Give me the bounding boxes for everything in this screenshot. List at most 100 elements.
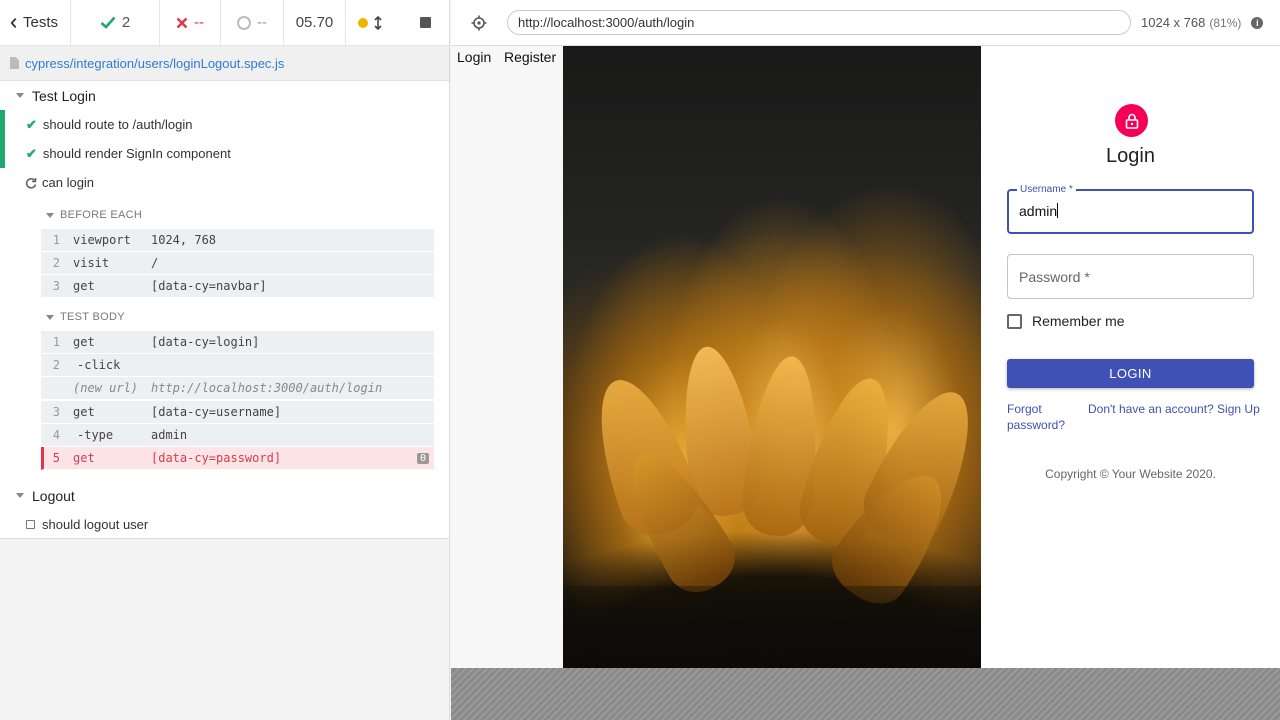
signup-link[interactable]: Don't have an account? Sign Up <box>1088 401 1260 417</box>
command-row[interactable]: 1 get [data-cy=login] <box>41 331 434 354</box>
test-row[interactable]: ✔ should route to /auth/login <box>26 110 193 139</box>
test-body-hook[interactable]: TEST BODY <box>46 311 125 323</box>
lock-icon <box>1125 113 1138 129</box>
test-title: can login <box>42 175 95 190</box>
running-indicator-icon <box>358 17 368 28</box>
test-row-pending[interactable]: should logout user <box>26 510 148 539</box>
command-number: 1 <box>52 335 60 349</box>
failed-count: -- <box>160 0 221 46</box>
spec-file-bar: cypress/integration/users/loginLogout.sp… <box>0 46 449 81</box>
passed-indicator <box>0 110 5 168</box>
crosshair-icon <box>471 15 487 30</box>
copyright: Copyright © Your Website 2020. <box>1045 467 1216 481</box>
username-text: admin <box>1019 203 1058 219</box>
hook-label: TEST BODY <box>60 311 125 323</box>
reporter-panel: Tests 2 -- -- 05.70 cypress/integration/… <box>0 0 450 720</box>
spec-file-link[interactable]: cypress/integration/users/loginLogout.sp… <box>25 56 284 71</box>
run-controls <box>346 0 449 46</box>
viewport-info[interactable]: 1024 x 768 (81%) i <box>1141 15 1264 30</box>
command-row[interactable]: 3 get [data-cy=username] <box>41 401 434 424</box>
url-input[interactable]: http://localhost:3000/auth/login <box>507 10 1131 35</box>
suite-test-login[interactable]: Test Login <box>16 81 96 110</box>
command-row-new-url[interactable]: (new url) http://localhost:3000/auth/log… <box>41 377 434 400</box>
refresh-icon <box>25 177 37 189</box>
failed-number: -- <box>194 14 204 31</box>
remember-me-checkbox[interactable]: Remember me <box>1007 313 1125 329</box>
command-row-failed[interactable]: 5 get [data-cy=password] 0 <box>41 447 434 470</box>
stats-bar: Tests 2 -- -- 05.70 <box>0 0 449 46</box>
command-row[interactable]: 1 viewport 1024, 768 <box>41 229 434 252</box>
test-row[interactable]: ✔ should render SignIn component <box>26 139 231 168</box>
command-number: 5 <box>52 451 60 465</box>
test-title: should render SignIn component <box>42 146 231 161</box>
avatar <box>1115 104 1148 137</box>
command-message: / <box>151 256 159 270</box>
command-message: [data-cy=username] <box>151 405 282 419</box>
command-message: [data-cy=login] <box>151 335 260 349</box>
command-name: get <box>73 335 95 349</box>
command-row[interactable]: 2 -click <box>41 354 434 377</box>
pending-number: -- <box>257 14 267 31</box>
check-icon: ✔ <box>26 116 37 132</box>
passed-count: 2 <box>71 0 160 46</box>
hook-label: BEFORE EACH <box>60 209 143 221</box>
tests-label: Tests <box>22 14 58 31</box>
command-message: [data-cy=password] <box>151 451 282 465</box>
forgot-password-link[interactable]: Forgot password? <box>1007 401 1077 433</box>
auto-scroll-icon[interactable] <box>374 15 382 30</box>
login-button[interactable]: LOGIN <box>1007 359 1254 388</box>
passed-number: 2 <box>121 14 131 31</box>
username-field[interactable]: Username * admin <box>1007 184 1254 234</box>
viewport-scale: (81%) <box>1209 15 1242 30</box>
check-icon: ✔ <box>26 145 37 161</box>
sunflower-image <box>563 46 994 668</box>
command-number: 2 <box>52 358 60 372</box>
suite-title: Test Login <box>32 87 96 104</box>
pending-count: -- <box>221 0 284 46</box>
command-name: get <box>73 405 95 419</box>
duration-value: 05.70 <box>295 14 334 31</box>
command-number: 3 <box>52 405 60 419</box>
username-value: admin <box>1019 203 1059 219</box>
info-icon: i <box>1251 16 1264 29</box>
command-message: [data-cy=navbar] <box>151 279 267 293</box>
nav-login-link[interactable]: Login <box>457 49 491 65</box>
remember-label: Remember me <box>1032 313 1125 329</box>
command-row[interactable]: 3 get [data-cy=navbar] <box>41 275 434 298</box>
app-iframe: Login Register Login Username * admin Pa… <box>451 46 1280 668</box>
duration: 05.70 <box>284 0 346 46</box>
command-number: 4 <box>52 428 60 442</box>
command-name: get <box>73 451 95 465</box>
cypress-runner: Tests 2 -- -- 05.70 cypress/integration/… <box>0 0 1280 720</box>
chevron-left-icon <box>10 17 17 28</box>
viewport-size: 1024 x 768 <box>1141 15 1206 30</box>
login-form: Login Username * admin Password * Rememb… <box>981 46 1280 668</box>
command-message: http://localhost:3000/auth/login <box>151 381 383 395</box>
text-cursor <box>1057 203 1059 218</box>
command-name: viewport <box>73 233 131 247</box>
stop-icon[interactable] <box>420 17 431 28</box>
command-row[interactable]: 2 visit / <box>41 252 434 275</box>
command-name: -click <box>77 358 121 372</box>
password-placeholder: Password * <box>1019 269 1090 285</box>
command-name: visit <box>73 256 110 270</box>
before-each-hook[interactable]: BEFORE EACH <box>46 209 142 221</box>
file-icon <box>10 57 19 69</box>
command-name: (new url) <box>73 381 139 395</box>
nav-register-link[interactable]: Register <box>504 49 556 65</box>
caret-down-icon <box>16 93 24 98</box>
password-field[interactable]: Password * <box>1007 254 1254 299</box>
suite-title: Logout <box>32 487 75 504</box>
test-title: should logout user <box>42 517 149 532</box>
checkbox-icon <box>1007 313 1022 329</box>
pending-spinner-icon <box>237 15 251 30</box>
command-row[interactable]: 4 -type admin <box>41 424 434 447</box>
navbar: Login Register <box>451 46 563 668</box>
pending-square-icon <box>26 520 35 529</box>
suite-logout[interactable]: Logout <box>16 481 75 510</box>
test-row-running[interactable]: can login <box>25 168 94 197</box>
command-number: 3 <box>52 279 60 293</box>
tests-back-button[interactable]: Tests <box>0 0 71 46</box>
selector-playground-button[interactable] <box>467 11 491 35</box>
caret-down-icon <box>46 212 54 218</box>
